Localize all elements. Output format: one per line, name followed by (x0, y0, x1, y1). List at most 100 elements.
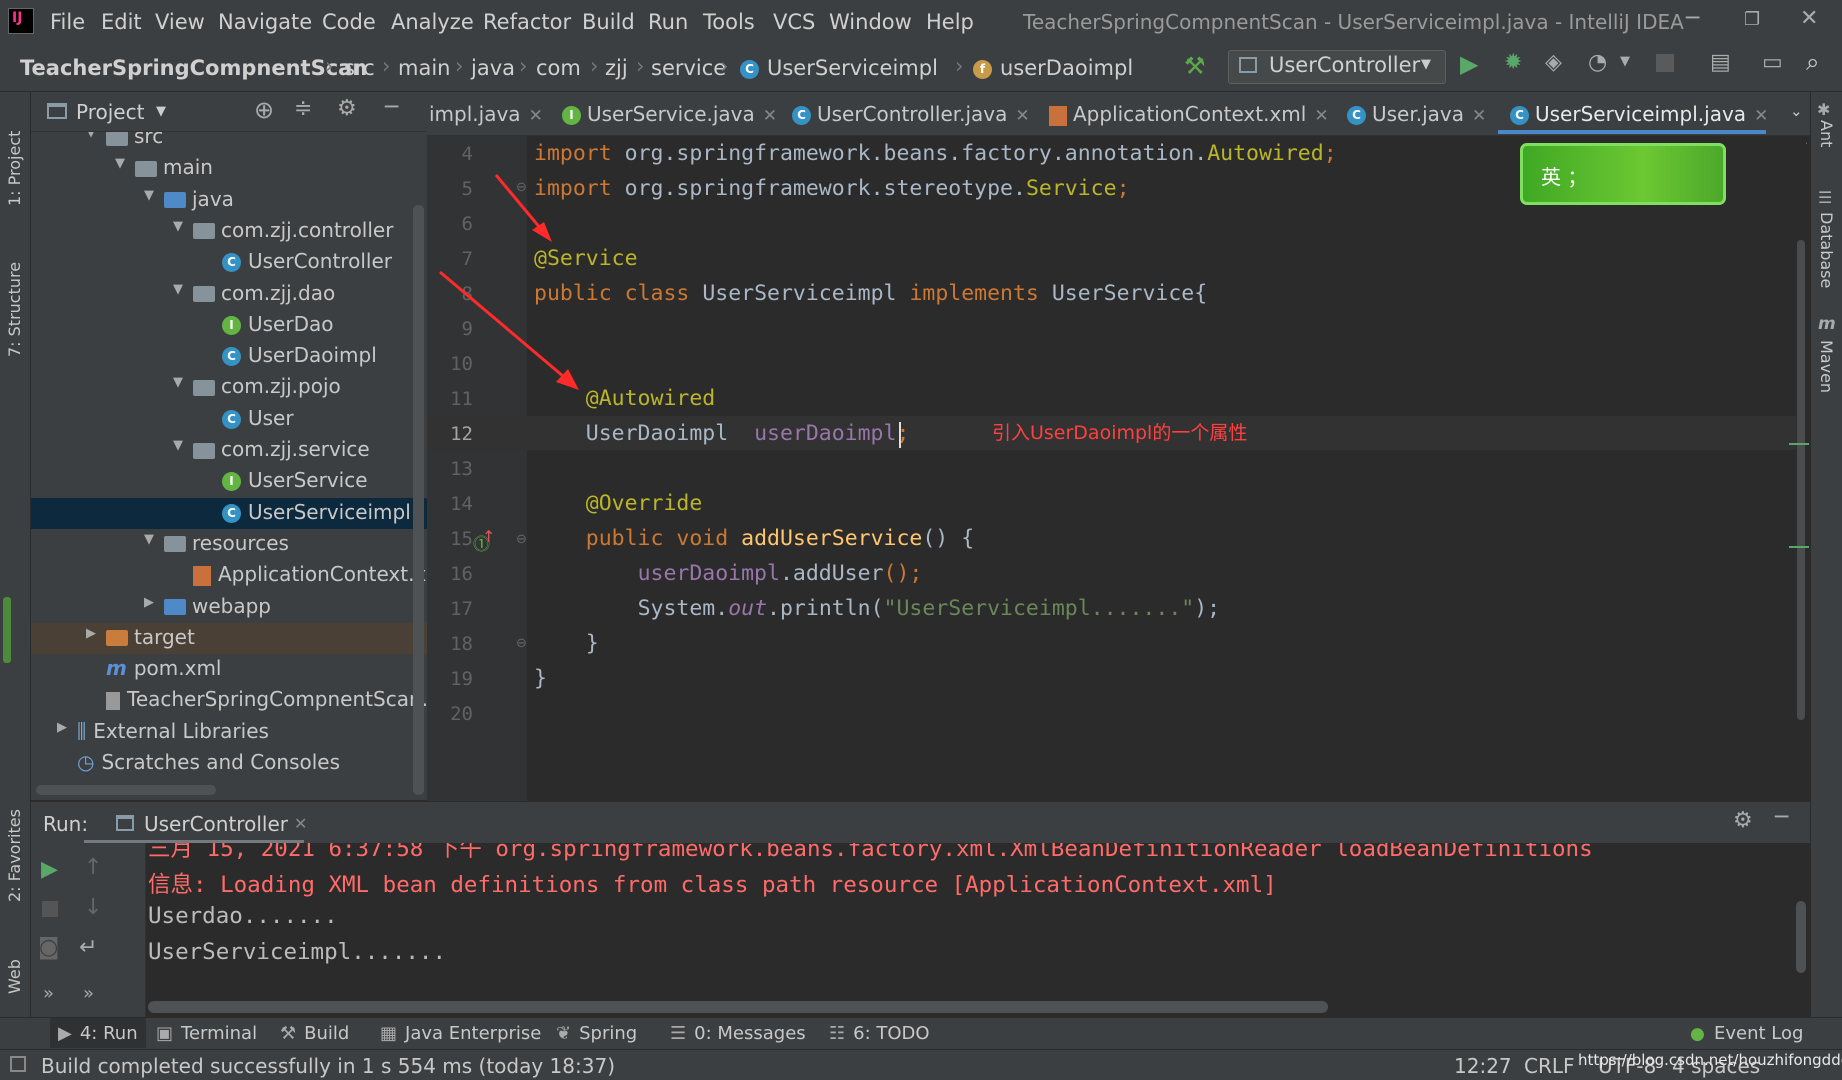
collapse-arrow-icon[interactable]: ▶ (144, 595, 154, 610)
fold-marker-method-icon[interactable]: ⊖ (516, 532, 527, 547)
tree-item[interactable]: ▶ ⫼ External Libraries (31, 717, 427, 748)
tab-favorites[interactable]: 2: Favorites (5, 782, 24, 902)
editor-tab[interactable]: C UserController.java ✕ (792, 102, 1030, 126)
hide-run-panel-icon[interactable]: ─ (1775, 805, 1788, 830)
run-settings-gear-icon[interactable]: ⚙ (1733, 808, 1753, 833)
breadcrumb-item[interactable]: zjj (605, 56, 628, 80)
caret-position[interactable]: 12:27 (1454, 1054, 1512, 1078)
event-log-tab[interactable]: Event Log (1714, 1023, 1803, 1044)
close-tab-icon[interactable]: ✕ (1314, 106, 1328, 126)
code-line[interactable]: } (534, 666, 547, 691)
tree-item[interactable]: C User (31, 404, 427, 435)
expand-arrow-icon[interactable]: ▼ (173, 375, 183, 390)
tree-item[interactable]: ▼ com.zjj.controller (31, 216, 427, 247)
fold-marker-end-icon[interactable]: ⊖ (516, 636, 527, 651)
tool-tab[interactable]: ⚒ Build (280, 1023, 349, 1044)
tab-database[interactable]: Database (1817, 212, 1836, 312)
project-structure-icon[interactable]: ▤ (1710, 50, 1731, 75)
code-line[interactable]: userDaoimpl.addUser(); (534, 561, 923, 586)
more-actions-left-icon[interactable]: » (43, 983, 54, 1004)
tool-tab[interactable]: ▣ Terminal (156, 1023, 257, 1044)
breadcrumb-item[interactable]: src (344, 56, 375, 80)
editor-tab[interactable]: ApplicationContext.xml ✕ (1049, 102, 1329, 126)
tool-tab[interactable]: ☷ 6: TODO (829, 1023, 930, 1044)
tree-item[interactable]: C UserController (31, 247, 427, 278)
collapse-arrow-icon[interactable]: ▶ (57, 720, 67, 735)
tree-item[interactable]: ▼ com.zjj.dao (31, 279, 427, 310)
hide-panel-icon[interactable]: ─ (385, 95, 398, 120)
project-view-chevron-icon[interactable]: ▼ (156, 104, 166, 119)
breadcrumb-item[interactable]: main (398, 56, 450, 80)
status-toggle-icon[interactable] (10, 1056, 26, 1072)
breadcrumb-item[interactable]: f userDaoimpl (973, 56, 1133, 80)
tab-ant[interactable]: Ant (1817, 120, 1836, 160)
restore-icon[interactable]: ❐ (1744, 9, 1760, 30)
scroll-up-icon[interactable]: ↑ (84, 855, 102, 880)
soft-wrap-icon[interactable]: ↵ (79, 935, 97, 960)
breadcrumb-item[interactable]: service (651, 56, 726, 80)
tool-tab-active[interactable]: ▶ 4: Run (50, 1018, 146, 1048)
close-tab-icon[interactable]: ✕ (1754, 106, 1768, 126)
tree-item[interactable]: ▼ com.zjj.service (31, 435, 427, 466)
tree-item[interactable]: ▼ src (31, 132, 427, 153)
build-hammer-icon[interactable]: ⚒ (1184, 52, 1206, 80)
code-line[interactable]: @Override (534, 491, 703, 516)
close-tab-icon[interactable]: ✕ (1472, 106, 1486, 126)
menu-edit[interactable]: Edit (101, 10, 142, 34)
editor-tab[interactable]: I UserService.java ✕ (562, 102, 777, 126)
tree-item[interactable]: ▶ webapp (31, 592, 427, 623)
tree-item[interactable]: TeacherSpringCompnentScan.iml (31, 685, 427, 716)
line-separator[interactable]: CRLF (1524, 1054, 1575, 1078)
menu-help[interactable]: Help (926, 10, 974, 34)
tree-item[interactable]: ◷ Scratches and Consoles (31, 748, 427, 779)
tree-item[interactable]: ▼ resources (31, 529, 427, 560)
code-editor[interactable] (527, 136, 1797, 801)
expand-arrow-icon[interactable]: ▼ (144, 532, 154, 547)
close-run-tab-icon[interactable]: ✕ (294, 814, 307, 833)
editor-tab[interactable]: impl.java ✕ (429, 102, 543, 126)
menu-navigate[interactable]: Navigate (218, 10, 312, 34)
tree-item[interactable]: I UserService (31, 466, 427, 497)
code-line[interactable]: import org.springframework.stereotype.Se… (534, 176, 1130, 201)
code-line[interactable]: UserDaoimpl userDaoimpl; (534, 421, 910, 446)
more-actions-right-icon[interactable]: » (83, 983, 94, 1004)
minimize-icon[interactable]: ─ (1686, 6, 1699, 31)
breadcrumb-item[interactable]: TeacherSpringCompnentScan (20, 56, 367, 80)
project-h-scrollbar[interactable] (36, 785, 216, 795)
breadcrumb-item[interactable]: java (471, 56, 515, 80)
menu-tools[interactable]: Tools (703, 10, 755, 34)
expand-arrow-icon[interactable]: ▼ (115, 156, 125, 171)
collapse-all-icon[interactable]: ≑ (294, 96, 312, 121)
menu-vcs[interactable]: VCS (773, 10, 815, 34)
tool-tab[interactable]: ☰ 0: Messages (670, 1023, 806, 1044)
debug-icon[interactable]: ✹ (1504, 50, 1522, 75)
close-tab-icon[interactable]: ✕ (529, 106, 543, 126)
run-icon[interactable]: ▶ (1460, 50, 1478, 78)
menu-run[interactable]: Run (648, 10, 688, 34)
menu-build[interactable]: Build (582, 10, 635, 34)
expand-arrow-icon[interactable]: ▼ (173, 438, 183, 453)
tree-item[interactable]: m pom.xml (31, 654, 427, 685)
menu-file[interactable]: File (50, 10, 85, 34)
menu-view[interactable]: View (155, 10, 205, 34)
tree-item[interactable]: ▼ com.zjj.pojo (31, 372, 427, 403)
tool-tab[interactable]: ▦ Java Enterprise (380, 1023, 541, 1044)
tree-item[interactable]: ▼ java (31, 185, 427, 216)
tree-item[interactable]: ▼ main (31, 153, 427, 184)
rerun-icon[interactable]: ▶ (41, 857, 58, 882)
menu-analyze[interactable]: Analyze (391, 10, 474, 34)
editor-scrollbar[interactable] (1797, 240, 1805, 720)
scroll-down-icon[interactable]: ↓ (84, 895, 102, 920)
settings-gear-icon[interactable]: ⚙ (337, 96, 357, 121)
tool-tab[interactable]: ❦ Spring (556, 1023, 637, 1044)
code-line[interactable]: public class UserServiceimpl implements … (534, 281, 1207, 306)
profile-chevron-icon[interactable]: ▼ (1620, 54, 1630, 69)
code-line[interactable]: } (534, 631, 599, 656)
editor-tab[interactable]: C User.java ✕ (1347, 102, 1486, 126)
run-tab-label[interactable]: UserController (144, 812, 288, 836)
profile-icon[interactable]: ◔ (1588, 50, 1607, 75)
console-v-scrollbar[interactable] (1796, 901, 1806, 973)
tree-item[interactable]: I UserDao (31, 310, 427, 341)
tree-item[interactable]: C UserDaoimpl (31, 341, 427, 372)
breadcrumb-item[interactable]: com (536, 56, 581, 80)
